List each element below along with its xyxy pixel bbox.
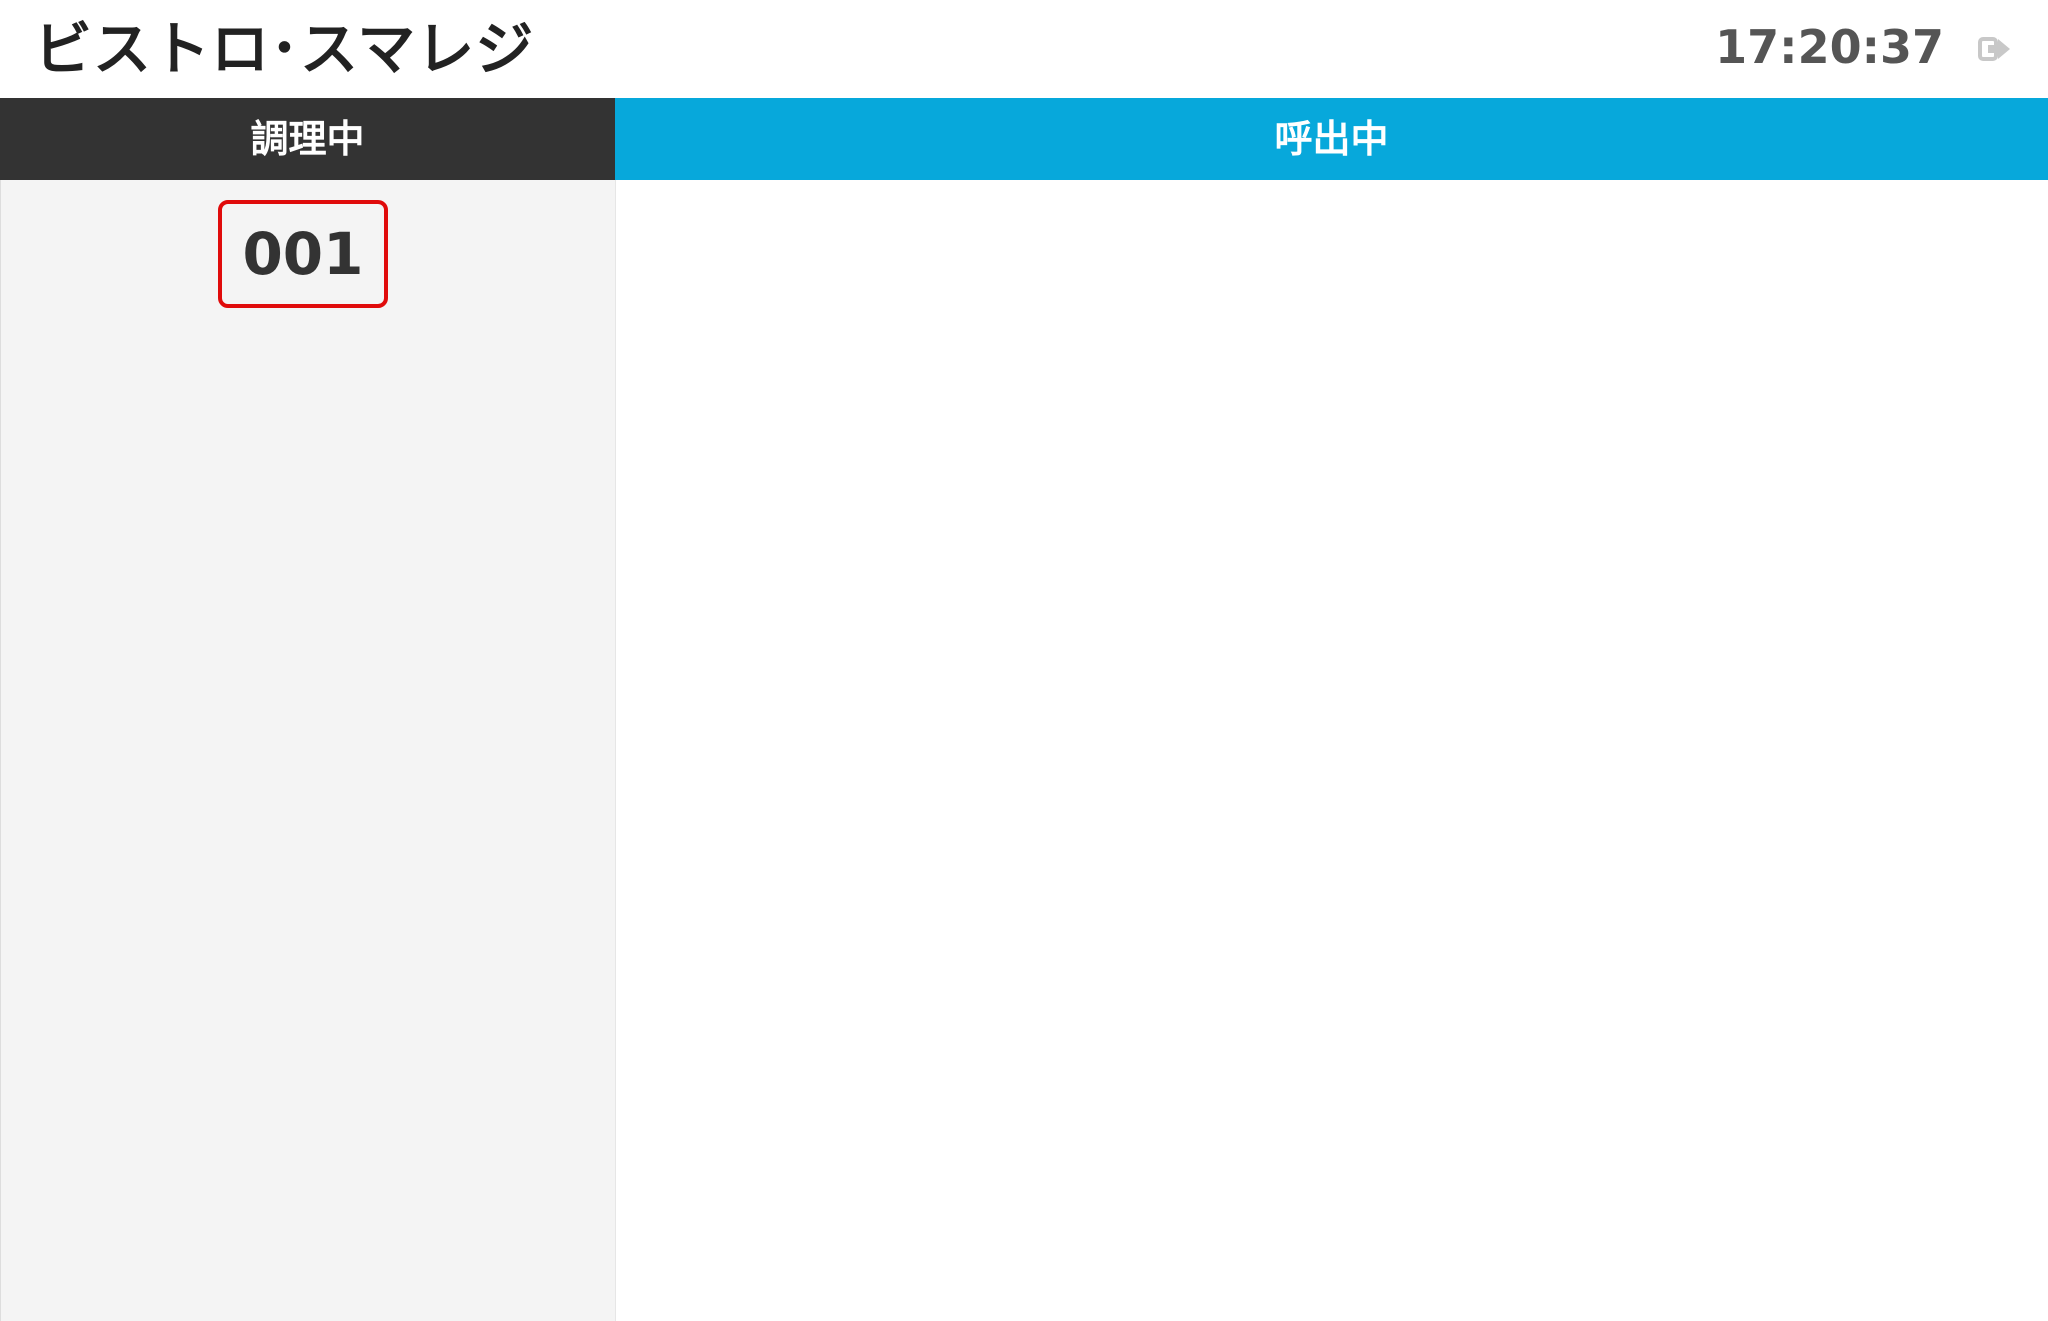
logout-icon[interactable]: [1978, 34, 2012, 64]
page-title: ビストロ･スマレジ: [34, 15, 535, 83]
header-bar: ビストロ･スマレジ 17:20:37: [0, 0, 2048, 98]
order-number-card[interactable]: 001: [218, 200, 388, 308]
cooking-column-header: 調理中: [0, 98, 615, 180]
calling-column-header: 呼出中: [615, 98, 2048, 180]
cooking-column: 001: [0, 180, 616, 1321]
order-status-board: ビストロ･スマレジ 17:20:37 調理中 呼出中 001: [0, 0, 2048, 1321]
calling-column: [616, 180, 2048, 1321]
clock: 17:20:37: [1715, 20, 1944, 74]
